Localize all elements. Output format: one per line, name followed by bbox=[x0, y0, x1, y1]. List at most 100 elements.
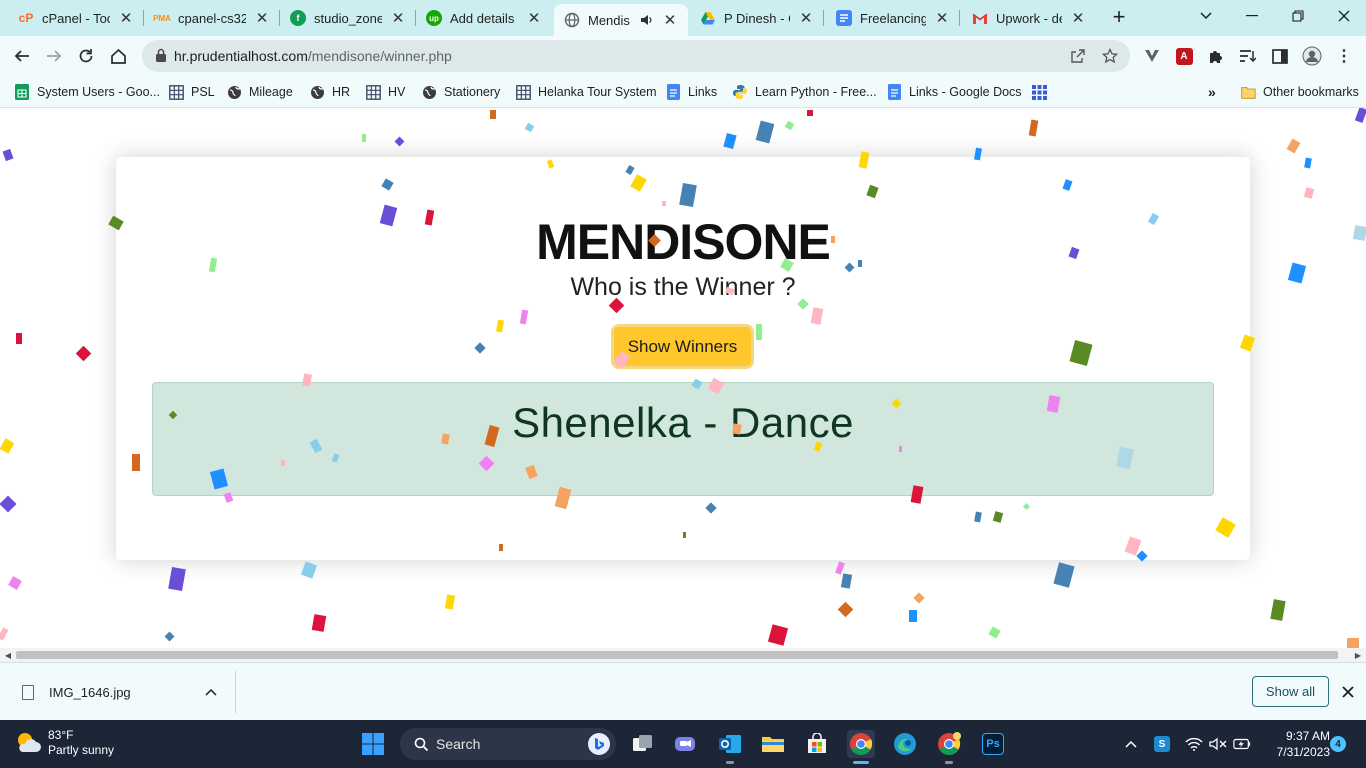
speaker-icon[interactable] bbox=[638, 12, 654, 28]
studio-icon: f bbox=[290, 10, 306, 26]
bing-chat-icon[interactable] bbox=[588, 733, 610, 755]
bookmark-apps[interactable] bbox=[1031, 82, 1047, 102]
bookmark-mileage[interactable]: Mileage bbox=[226, 82, 293, 102]
close-icon[interactable]: ✕ bbox=[1070, 10, 1086, 27]
chrome-icon[interactable] bbox=[847, 730, 875, 764]
confetti-piece bbox=[362, 134, 366, 142]
side-panel-icon[interactable] bbox=[1270, 46, 1290, 66]
tab-studio-zone[interactable]: f studio_zone ✕ bbox=[280, 4, 416, 32]
home-button[interactable] bbox=[104, 42, 132, 70]
share-icon[interactable] bbox=[1068, 46, 1088, 66]
apps-grid-icon bbox=[1031, 84, 1047, 100]
speaker-muted-icon[interactable] bbox=[1209, 735, 1227, 753]
close-icon[interactable]: ✕ bbox=[934, 10, 950, 27]
battery-charging-icon[interactable] bbox=[1233, 735, 1251, 753]
extensions-puzzle-icon[interactable] bbox=[1206, 46, 1226, 66]
scrollbar-thumb[interactable] bbox=[16, 651, 1338, 659]
cpanel-icon: cP bbox=[18, 11, 34, 25]
bookmark-links-google-docs[interactable]: Links - Google Docs bbox=[886, 82, 1022, 102]
back-button[interactable] bbox=[8, 42, 36, 70]
bookmark-helanka-tour-system[interactable]: Helanka Tour System bbox=[515, 82, 657, 102]
teams-chat-icon[interactable] bbox=[671, 730, 699, 758]
bookmark-star-icon[interactable] bbox=[1100, 46, 1120, 66]
show-all-button[interactable]: Show all bbox=[1252, 676, 1329, 707]
bookmark-psl[interactable]: PSL bbox=[168, 82, 215, 102]
tab-cpanel-cs326[interactable]: PMA cpanel-cs326 ✕ bbox=[144, 4, 280, 32]
url-text[interactable]: hr.prudentialhost.com/mendisone/winner.p… bbox=[174, 48, 452, 64]
confetti-piece bbox=[394, 136, 405, 147]
confetti-piece bbox=[311, 614, 327, 632]
new-tab-button[interactable]: + bbox=[1106, 6, 1132, 30]
confetti-piece bbox=[16, 333, 22, 344]
reading-list-icon[interactable] bbox=[1237, 46, 1257, 66]
close-window-button[interactable] bbox=[1324, 2, 1364, 30]
lock-icon[interactable] bbox=[156, 48, 166, 62]
bookmark-hv[interactable]: HV bbox=[365, 82, 405, 102]
forward-button[interactable] bbox=[40, 42, 68, 70]
google-docs-icon bbox=[665, 84, 681, 100]
winner-result-text: Shenelka - Dance bbox=[512, 399, 854, 446]
outlook-icon[interactable] bbox=[716, 730, 744, 764]
tab-mendisone[interactable]: MendisO ✕ bbox=[554, 4, 688, 36]
chevron-up-icon[interactable] bbox=[1122, 735, 1140, 753]
other-bookmarks-folder[interactable]: Other bookmarks bbox=[1240, 82, 1359, 102]
file-explorer-icon[interactable] bbox=[759, 730, 787, 758]
edge-icon[interactable] bbox=[891, 730, 919, 758]
restore-button[interactable] bbox=[1278, 2, 1318, 30]
address-bar[interactable]: hr.prudentialhost.com/mendisone/winner.p… bbox=[142, 40, 1130, 72]
confetti-piece bbox=[444, 594, 456, 610]
bookmark-links[interactable]: Links bbox=[665, 82, 717, 102]
adobe-acrobat-icon[interactable]: A bbox=[1174, 46, 1194, 66]
microsoft-store-icon[interactable] bbox=[803, 730, 831, 758]
security-app-icon[interactable]: S bbox=[1153, 735, 1171, 753]
weather-widget[interactable]: 83°F Partly sunny bbox=[14, 728, 114, 758]
close-icon[interactable]: ✕ bbox=[798, 10, 814, 27]
chrome-profile-icon[interactable] bbox=[935, 730, 963, 764]
bookmark-learn-python[interactable]: Learn Python - Free... bbox=[732, 82, 877, 102]
tab-search-chevron-icon[interactable] bbox=[1186, 2, 1226, 30]
tab-cpanel-tools[interactable]: cP cPanel - Tools ✕ bbox=[8, 4, 144, 32]
close-icon[interactable]: ✕ bbox=[390, 10, 406, 27]
close-icon[interactable]: ✕ bbox=[118, 10, 134, 27]
globe-icon bbox=[226, 84, 242, 100]
scroll-left-icon[interactable]: ◀ bbox=[1, 649, 15, 661]
close-icon[interactable]: ✕ bbox=[526, 10, 542, 27]
file-icon bbox=[22, 684, 34, 700]
scroll-right-icon[interactable]: ▶ bbox=[1351, 649, 1365, 661]
reload-button[interactable] bbox=[72, 42, 100, 70]
confetti-piece bbox=[1354, 108, 1366, 123]
tab-title: studio_zone bbox=[314, 10, 382, 26]
menu-kebab-icon[interactable]: ⋮ bbox=[1334, 46, 1354, 66]
system-clock[interactable]: 9:37 AM 7/31/2023 bbox=[1258, 728, 1330, 760]
confetti-piece bbox=[988, 626, 1001, 639]
close-icon[interactable]: ✕ bbox=[662, 12, 678, 29]
vpn-extension-icon[interactable] bbox=[1142, 46, 1162, 66]
profile-avatar-icon[interactable] bbox=[1302, 46, 1322, 66]
close-icon[interactable] bbox=[1338, 682, 1358, 702]
confetti-piece bbox=[1053, 562, 1075, 588]
google-drive-icon bbox=[700, 10, 716, 26]
close-icon[interactable]: ✕ bbox=[254, 10, 270, 27]
horizontal-scrollbar[interactable]: ◀ ▶ bbox=[0, 648, 1366, 662]
confetti-piece bbox=[755, 120, 775, 144]
chevron-up-icon[interactable] bbox=[205, 685, 217, 699]
minimize-button[interactable] bbox=[1232, 2, 1272, 30]
tab-add-details[interactable]: up Add details ✕ bbox=[416, 4, 552, 32]
tab-freelancing[interactable]: Freelancing - ✕ bbox=[826, 4, 960, 32]
notification-badge[interactable]: 4 bbox=[1330, 736, 1346, 752]
download-item[interactable]: IMG_1646.jpg bbox=[12, 671, 236, 713]
show-winners-button[interactable]: Show Winners bbox=[611, 324, 754, 369]
search-placeholder: Search bbox=[436, 736, 481, 752]
tab-upwork-dev[interactable]: Upwork - dev ✕ bbox=[962, 4, 1096, 32]
taskbar-search-box[interactable]: Search bbox=[400, 728, 616, 760]
bookmark-stationery[interactable]: Stationery bbox=[421, 82, 500, 102]
more-bookmarks-chevron-icon[interactable]: » bbox=[1208, 82, 1216, 102]
bookmark-hr[interactable]: HR bbox=[309, 82, 350, 102]
wifi-icon[interactable] bbox=[1185, 735, 1203, 753]
photoshop-icon[interactable]: Ps bbox=[979, 730, 1007, 758]
tab-p-dinesh[interactable]: P Dinesh - Go ✕ bbox=[690, 4, 824, 32]
task-view-icon[interactable] bbox=[629, 730, 657, 758]
bookmark-system-users[interactable]: System Users - Goo... bbox=[14, 82, 160, 102]
clock-date: 7/31/2023 bbox=[1276, 745, 1330, 759]
start-icon[interactable] bbox=[359, 730, 387, 758]
